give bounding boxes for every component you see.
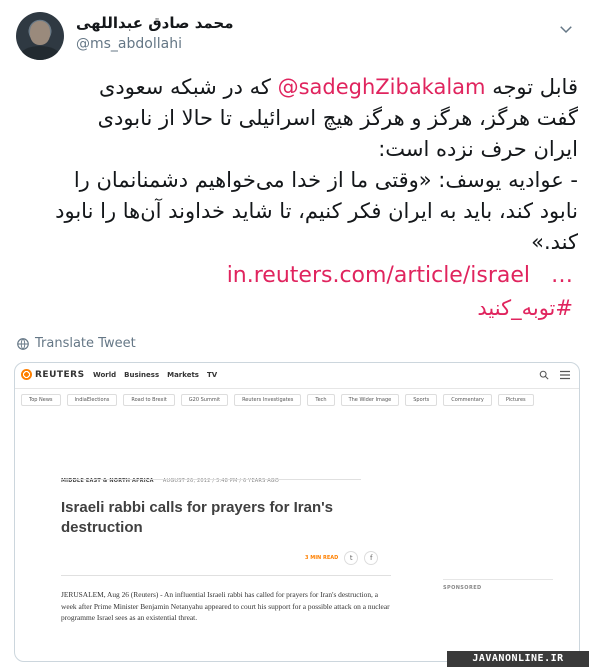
hashtag-link[interactable]: #توبه_کنید [477,296,573,320]
section-tab[interactable]: G20 Summit [180,394,229,406]
mention-link[interactable]: @sadeghZibakalam [278,75,486,99]
twitter-share-button[interactable]: t [344,551,359,565]
translate-label: Translate Tweet [35,336,136,351]
reuters-logo-text: REUTERS [35,369,85,380]
section-tab[interactable]: Reuters Investigates [234,394,302,406]
reuters-topbar: REUTERS World Business Markets TV [15,363,579,389]
tweet-link[interactable]: in.reuters.com/article/israel [227,263,530,288]
tweet-body: گفت هرگز، هرگز و هرگز هیچ اسرائیلی تا حا… [55,106,578,254]
sponsored-label: SPONSORED [443,585,482,591]
section-tab[interactable]: The Wider Image [340,394,400,406]
site-watermark: JAVANONLINE.IR [447,651,589,667]
translate-tweet-button[interactable]: Translate Tweet [16,336,136,351]
section-tab[interactable]: Sports [405,394,438,406]
nav-item[interactable]: TV [207,371,217,379]
tweet-header: محمد صادق عبداللهی @ms_abdollahi [0,0,589,70]
section-tab[interactable]: Tech [307,394,335,406]
facebook-share-button[interactable]: f [364,551,379,565]
reuters-logo[interactable]: REUTERS [21,369,85,380]
menu-icon[interactable] [559,370,571,380]
tweet-link-row[interactable]: in.reuters.com/article/israel … [227,263,573,288]
globe-icon [17,337,29,350]
article-headline: Israeli rabbi calls for prayers for Iran… [61,499,334,536]
section-tab[interactable]: Road to Brexit [123,394,175,406]
author-display-name[interactable]: محمد صادق عبداللهی [76,14,234,32]
search-icon[interactable] [539,370,549,380]
nav-item[interactable]: World [93,371,116,379]
tweet-line1-before: قابل توجه [485,75,578,99]
article-kicker: MIDDLE EAST & NORTH AFRICA AUGUST 26, 20… [61,467,371,486]
divider [443,579,553,580]
divider [61,575,391,576]
divider [61,479,361,480]
reuters-nav: World Business Markets TV [93,371,217,379]
article-body: JERUSALEM, Aug 26 (Reuters) - An influen… [61,590,390,622]
tweet-text: قابل توجه @sadeghZibakalam که در شبکه سع… [16,72,578,258]
section-tab[interactable]: Top News [21,394,61,406]
section-tab[interactable]: Commentary [443,394,492,406]
reuters-logo-icon [21,369,32,380]
avatar[interactable] [16,12,64,60]
author-handle[interactable]: @ms_abdollahi [76,36,182,52]
nav-item[interactable]: Business [124,371,159,379]
avatar-shoulders [20,46,60,60]
link-ellipsis: … [551,263,573,288]
tweet-line1-after: که در شبکه سعودی [98,75,278,99]
reuters-section-tabs: Top News IndiaElections Road to Brexit G… [21,394,534,406]
link-preview-card[interactable]: REUTERS World Business Markets TV Top Ne… [14,362,580,662]
avatar-face [30,21,50,45]
article-share-bar: 3 MIN READ t f [305,551,379,565]
section-tab[interactable]: IndiaElections [66,394,118,406]
nav-item[interactable]: Markets [167,371,199,379]
min-read-label: 3 MIN READ [305,555,339,561]
chevron-down-icon[interactable] [557,20,575,38]
section-tab[interactable]: Pictures [497,394,534,406]
